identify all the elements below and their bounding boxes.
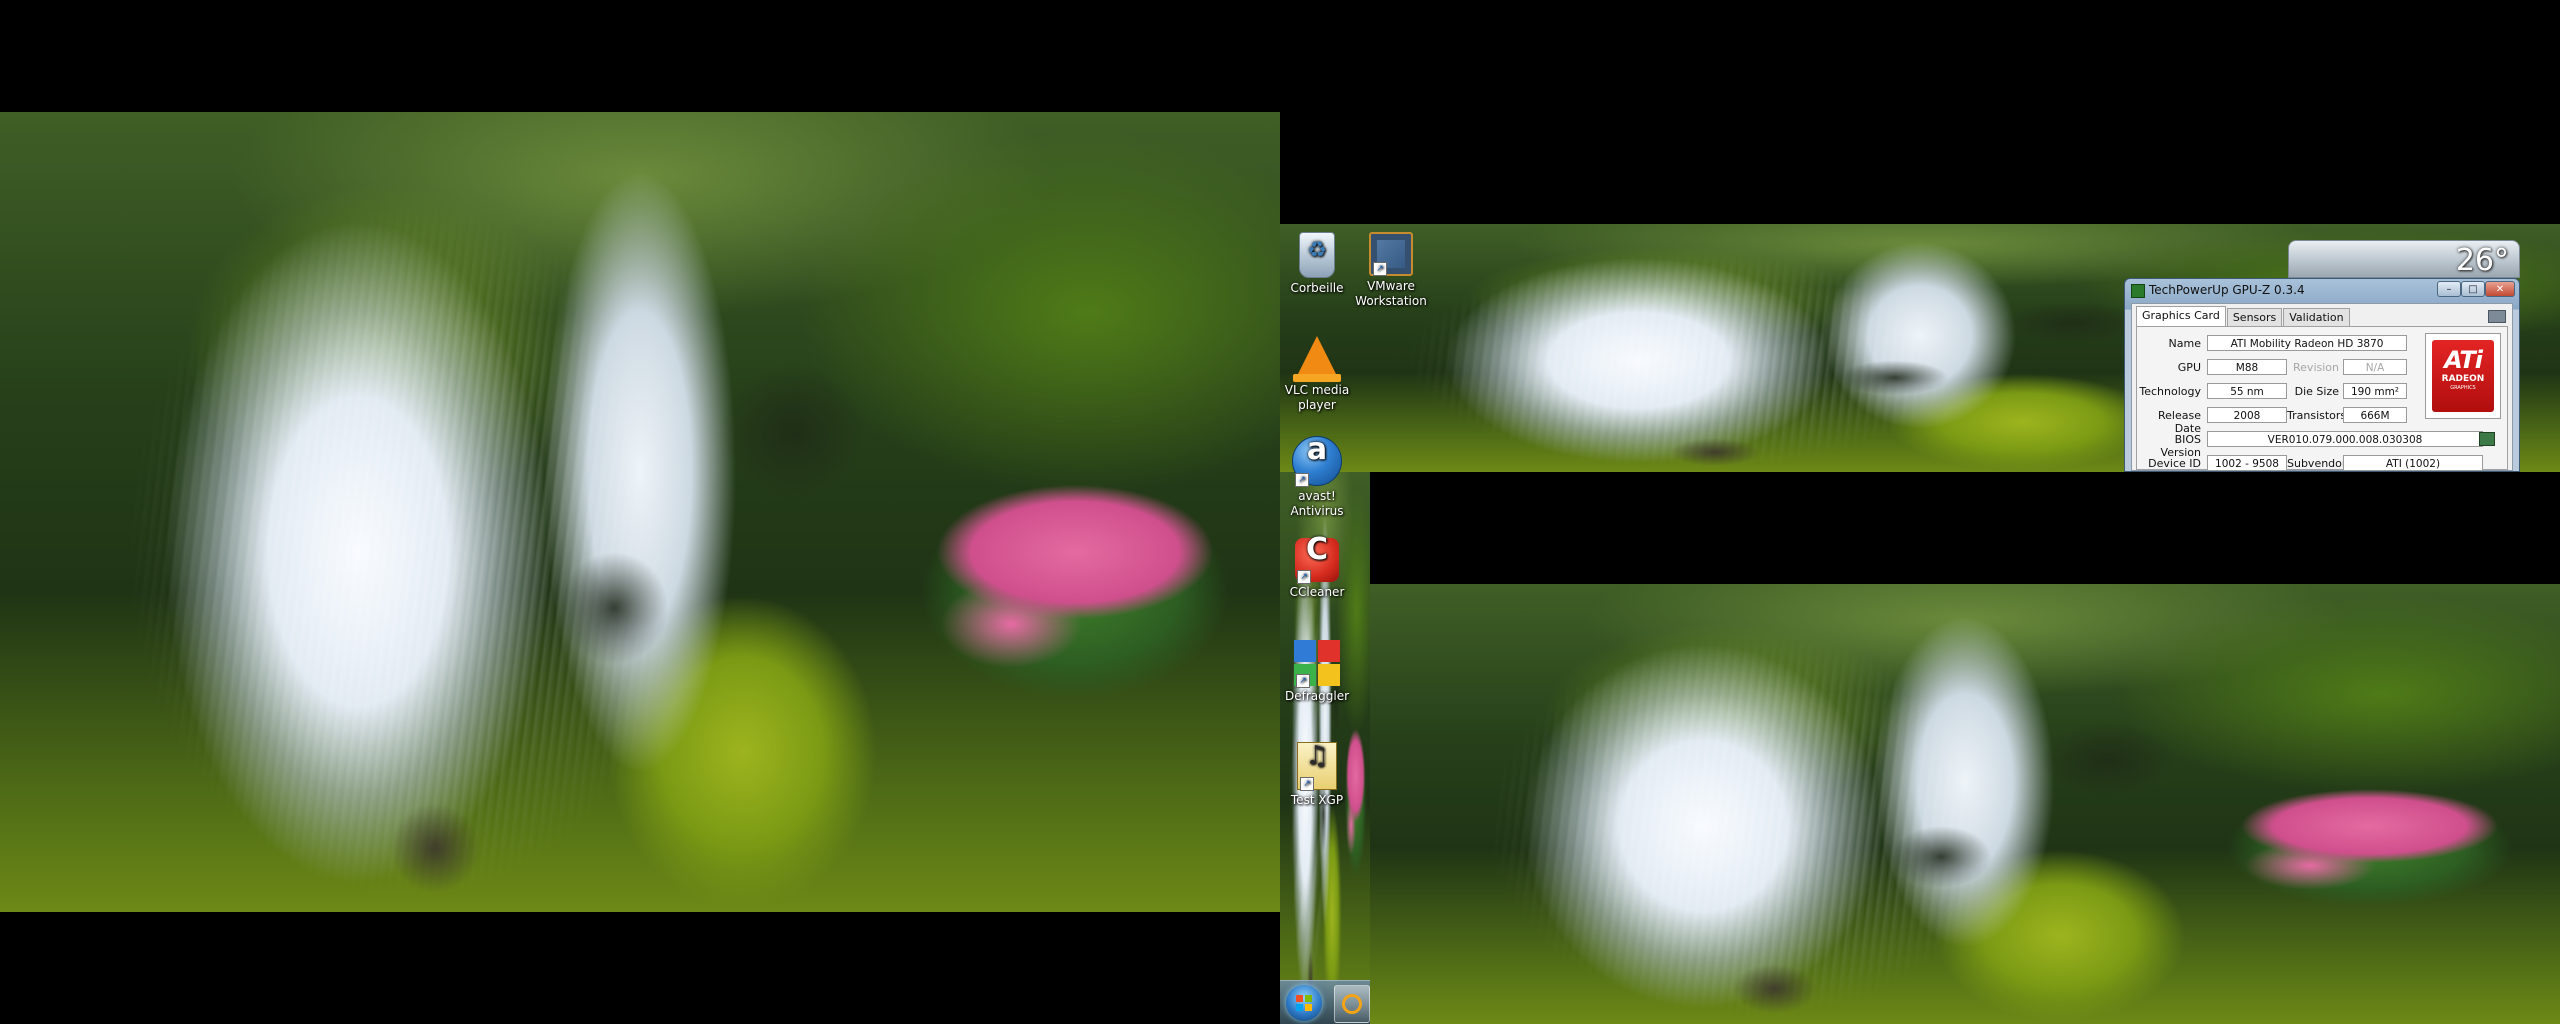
shortcut-arrow-icon: ↗ (1300, 777, 1314, 791)
bios-version-value[interactable]: VER010.079.000.008.030308 (2207, 431, 2483, 447)
vlc-icon (1293, 336, 1341, 382)
subvendor-label: Subvendor (2287, 457, 2347, 470)
row-bios-version: BIOS Version VER010.079.000.008.030308 (2137, 431, 2507, 459)
vmware-icon: ↗ (1369, 232, 1413, 276)
desktop-icon-label: avast! Antivirus (1290, 489, 1344, 518)
desktop-icon-vmware[interactable]: ↗ VMware Workstation (1354, 232, 1428, 309)
avast-icon: ↗ (1292, 436, 1342, 487)
desktop-icon-label: Corbeille (1290, 281, 1344, 295)
desktop-icon-label: Test XGP (1290, 793, 1344, 807)
recycle-bin-icon (1299, 232, 1335, 278)
tab-graphics-card[interactable]: Graphics Card (2136, 306, 2226, 327)
tab-sensors[interactable]: Sensors (2226, 308, 2283, 327)
minimize-button[interactable]: – (2437, 281, 2461, 297)
window-titlebar[interactable]: TechPowerUp GPU-Z 0.3.4 – □ ✕ (2125, 279, 2519, 301)
desktop-icon-avast[interactable]: ↗ avast! Antivirus (1280, 436, 1354, 519)
browser-icon[interactable] (1334, 985, 1370, 1023)
subvendor-value[interactable]: ATI (1002) (2343, 455, 2483, 471)
revision-label: Revision (2293, 361, 2339, 374)
gpu-label: GPU (2177, 361, 2201, 374)
gpuz-app-icon (2131, 284, 2145, 298)
name-value[interactable]: ATI Mobility Radeon HD 3870 (2207, 335, 2407, 351)
music-file-icon: ↗ (1297, 742, 1337, 791)
gpuz-body: Graphics Card Sensors Validation Name AT… (2131, 303, 2513, 471)
desktop-icon-label: Defraggler (1284, 689, 1350, 703)
gpuz-window[interactable]: TechPowerUp GPU-Z 0.3.4 – □ ✕ Graphics C… (2124, 278, 2520, 472)
gpu-value[interactable]: M88 (2207, 359, 2287, 375)
weather-gadget[interactable]: 26° (2288, 240, 2520, 278)
desktop-icon-label: VLC media player (1284, 383, 1350, 412)
desktop-icon-test-xgp[interactable]: ↗ Test XGP (1280, 742, 1354, 808)
name-label: Name (2168, 337, 2201, 350)
release-date-value[interactable]: 2008 (2207, 407, 2287, 423)
desktop-icon-label: CCleaner (1289, 585, 1345, 599)
desktop-icon-recycle-bin[interactable]: Corbeille (1280, 232, 1354, 296)
ccleaner-icon: ↗ (1295, 538, 1339, 584)
desktop-icon-label: VMware Workstation (1355, 279, 1427, 308)
desktop-icon-defraggler[interactable]: ↗ Defraggler (1280, 640, 1354, 704)
transistors-label: Transistors (2287, 409, 2347, 422)
wallpaper-left-monitor (0, 112, 1280, 912)
desktop-icon-ccleaner[interactable]: ↗ CCleaner (1280, 538, 1354, 600)
defraggler-icon: ↗ (1294, 640, 1340, 688)
ati-graphics-text: GRAPHICS (2450, 385, 2476, 391)
die-size-value[interactable]: 190 mm² (2343, 383, 2407, 399)
row-device-id: Device ID 1002 - 9508 Subvendor ATI (100… (2137, 455, 2507, 471)
windows-start-orb-icon[interactable] (1286, 985, 1322, 1021)
ati-radeon-text: RADEON (2441, 374, 2485, 384)
technology-value[interactable]: 55 nm (2207, 383, 2287, 399)
revision-value[interactable]: N/A (2343, 359, 2407, 375)
graphics-card-panel: Name ATI Mobility Radeon HD 3870 GPU M88… (2136, 326, 2508, 471)
taskbar (1280, 980, 1370, 1024)
weather-temperature: 26° (2455, 243, 2509, 278)
tab-bar: Graphics Card Sensors Validation (2136, 306, 2351, 327)
transistors-value[interactable]: 666M (2343, 407, 2407, 423)
device-id-value[interactable]: 1002 - 9508 (2207, 455, 2287, 471)
window-title: TechPowerUp GPU-Z 0.3.4 (2149, 283, 2305, 297)
ati-radeon-logo: ATi RADEON GRAPHICS (2425, 333, 2501, 419)
shortcut-arrow-icon: ↗ (1295, 473, 1309, 487)
ati-brand-text: ATi (2444, 346, 2483, 374)
multi-monitor-desktop: Corbeille ↗ VMware Workstation VLC media… (0, 0, 2560, 1024)
device-id-label: Device ID (2148, 457, 2201, 470)
camera-icon[interactable] (2488, 310, 2506, 323)
close-button[interactable]: ✕ (2485, 281, 2515, 297)
shortcut-arrow-icon: ↗ (1297, 570, 1311, 584)
die-size-label: Die Size (2294, 385, 2339, 398)
tab-validation[interactable]: Validation (2283, 308, 2350, 327)
technology-label: Technology (2139, 385, 2201, 398)
ati-logo-badge: ATi RADEON GRAPHICS (2432, 340, 2494, 412)
maximize-button[interactable]: □ (2461, 281, 2485, 297)
wallpaper-lower-right (1370, 584, 2560, 1024)
desktop-icon-vlc[interactable]: VLC media player (1280, 334, 1354, 413)
shortcut-arrow-icon: ↗ (1296, 674, 1310, 688)
shortcut-arrow-icon: ↗ (1373, 262, 1387, 276)
bios-chip-icon[interactable] (2479, 432, 2495, 446)
